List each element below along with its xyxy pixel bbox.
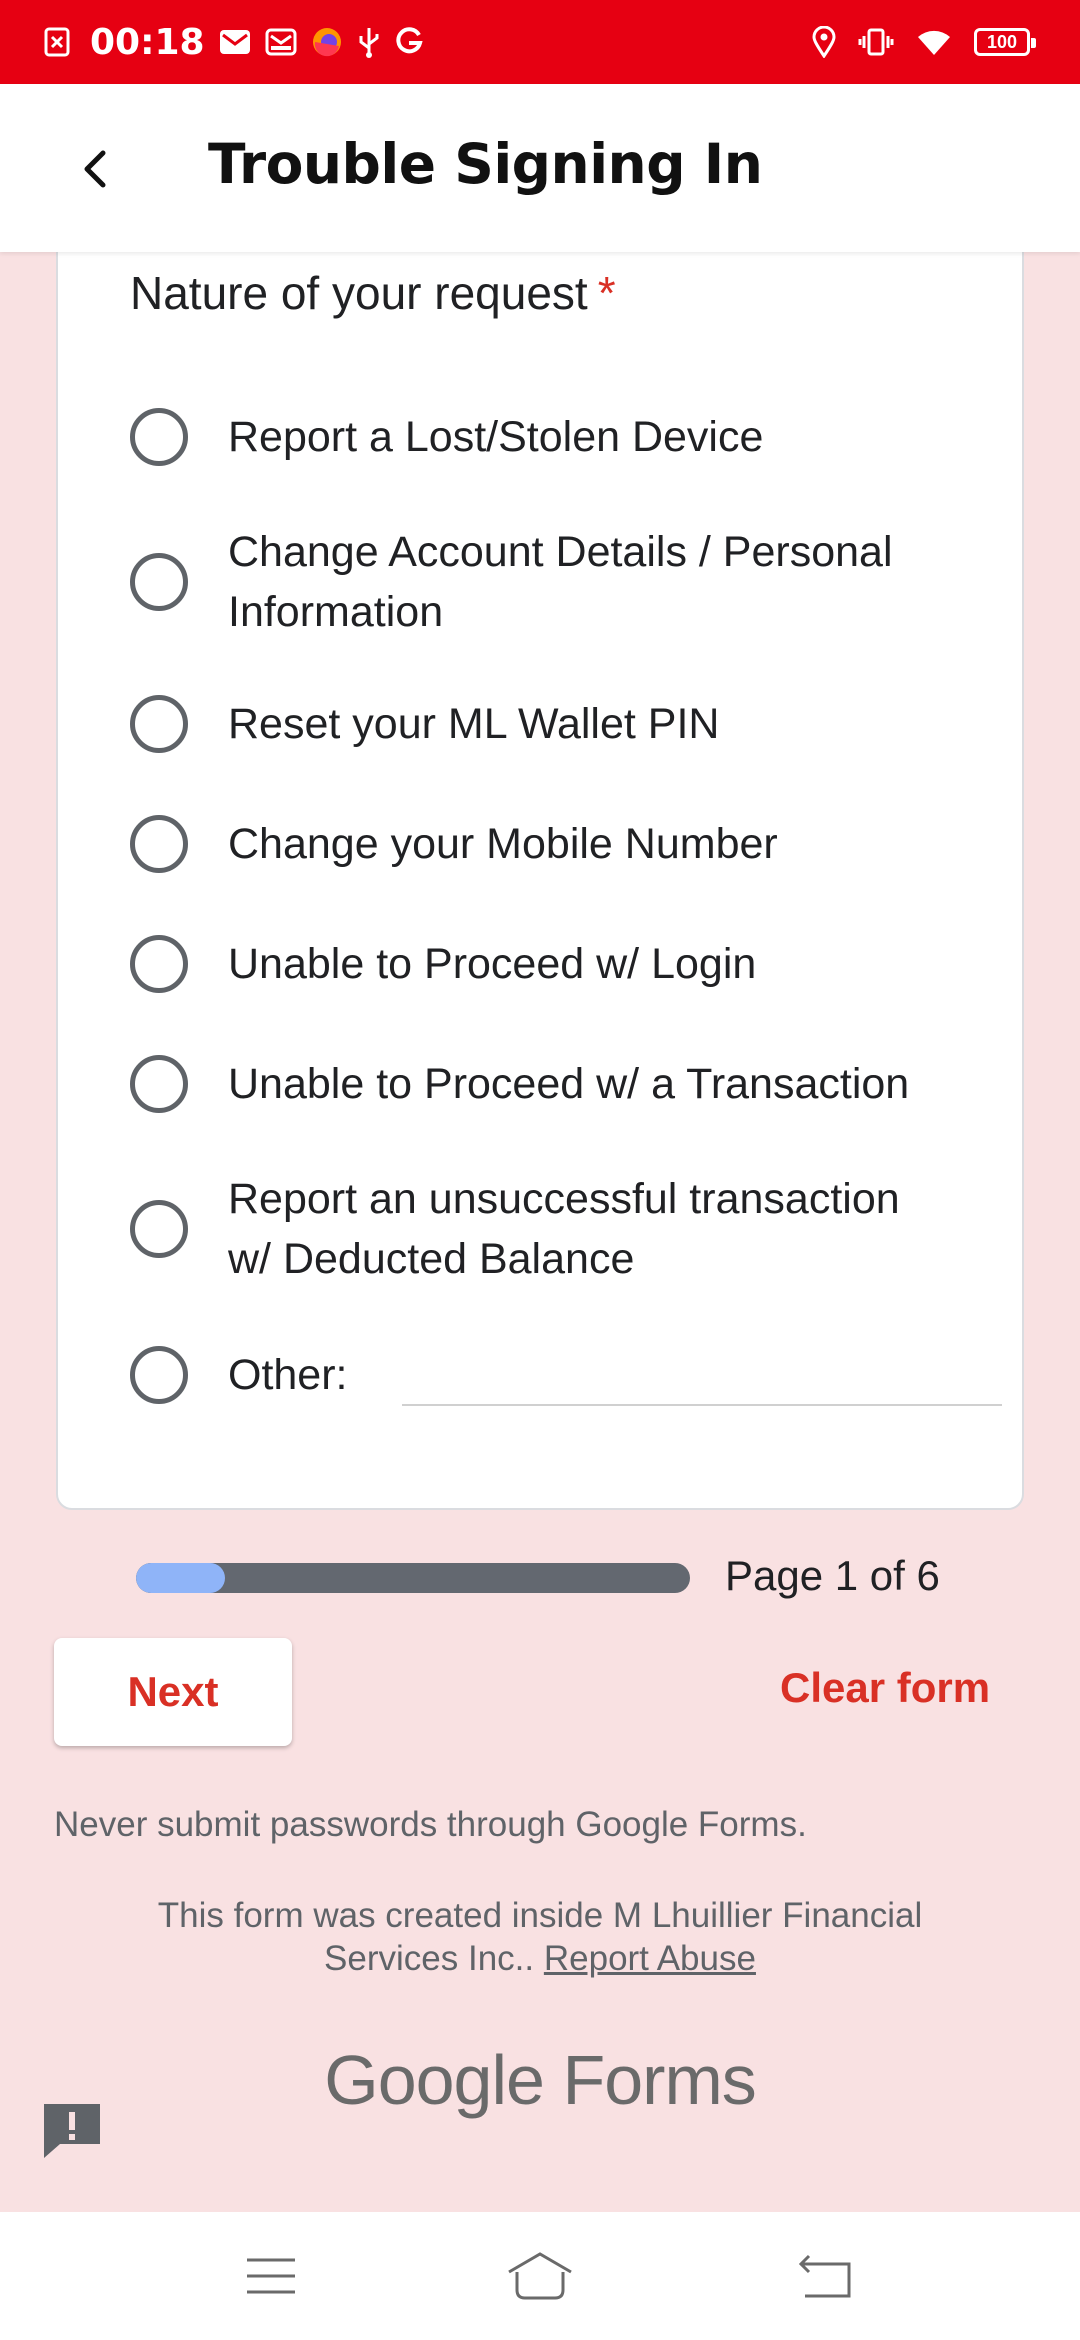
- radio-option-label: Other:: [228, 1351, 348, 1399]
- radio-button[interactable]: [130, 815, 188, 873]
- password-warning: Never submit passwords through Google Fo…: [54, 1805, 807, 1844]
- next-button[interactable]: Next: [54, 1638, 292, 1746]
- location-icon: [812, 26, 836, 58]
- vibrate-icon: [858, 26, 894, 58]
- brand-google: Google: [324, 2041, 545, 2119]
- google-forms-logo: Google Forms: [0, 2040, 1080, 2120]
- menu-nav-button[interactable]: [236, 2246, 306, 2306]
- brand-forms: Forms: [562, 2041, 756, 2119]
- other-text-input[interactable]: [402, 1404, 1002, 1406]
- radio-button[interactable]: [130, 553, 188, 611]
- back-button[interactable]: [60, 134, 130, 204]
- radio-option-other[interactable]: Other:: [130, 1345, 348, 1405]
- report-abuse-link[interactable]: Report Abuse: [544, 1939, 756, 1978]
- radio-option[interactable]: Change your Mobile Number: [130, 814, 948, 874]
- clear-form-button[interactable]: Clear form: [780, 1664, 990, 1712]
- back-nav-button[interactable]: [790, 2246, 860, 2306]
- question-title: Nature of your request *: [130, 266, 616, 320]
- radio-option[interactable]: Report a Lost/Stolen Device: [130, 407, 948, 467]
- radio-button[interactable]: [130, 408, 188, 466]
- system-nav-bar: [0, 2212, 1080, 2340]
- feedback-icon[interactable]: [40, 2098, 104, 2162]
- google-icon: [395, 27, 423, 57]
- radio-button[interactable]: [130, 1346, 188, 1404]
- status-bar: 00:18 100: [0, 0, 1080, 84]
- form-creator-note: This form was created inside M Lhuillier…: [100, 1894, 980, 1980]
- radio-option-label: Report a Lost/Stolen Device: [228, 413, 764, 461]
- radio-option-label: Reset your ML Wallet PIN: [228, 700, 720, 748]
- home-icon: [508, 2252, 572, 2300]
- page-title: Trouble Signing In: [208, 132, 763, 196]
- mail-icon: [219, 27, 251, 57]
- question-card: Nature of your request * Report a Lost/St…: [56, 200, 1024, 1510]
- home-nav-button[interactable]: [505, 2246, 575, 2306]
- radio-button[interactable]: [130, 1200, 188, 1258]
- inbox-icon: [265, 27, 297, 57]
- radio-option-label: Change your Mobile Number: [228, 820, 778, 868]
- menu-icon: [247, 2258, 295, 2294]
- notification-x-icon: [44, 27, 70, 57]
- radio-button[interactable]: [130, 935, 188, 993]
- progress-bar: [136, 1563, 690, 1593]
- radio-button[interactable]: [130, 695, 188, 753]
- radio-option-label: Unable to Proceed w/ Login: [228, 940, 757, 988]
- progress-fill: [136, 1563, 225, 1593]
- battery-icon: 100: [974, 28, 1036, 56]
- radio-button[interactable]: [130, 1055, 188, 1113]
- back-nav-icon: [798, 2254, 851, 2298]
- wifi-icon: [916, 27, 952, 57]
- radio-option-label: Unable to Proceed w/ a Transaction: [228, 1060, 910, 1108]
- radio-option[interactable]: Report an unsuccessful transaction w/ De…: [130, 1169, 948, 1289]
- radio-option[interactable]: Reset your ML Wallet PIN: [130, 694, 948, 754]
- usb-icon: [357, 26, 381, 58]
- radio-option[interactable]: Change Account Details / Personal Inform…: [130, 522, 948, 642]
- firefox-icon: [311, 26, 343, 58]
- status-time: 00:18: [90, 21, 205, 63]
- app-bar: Trouble Signing In: [0, 84, 1080, 252]
- required-marker: *: [597, 267, 616, 319]
- radio-option[interactable]: Unable to Proceed w/ Login: [130, 934, 948, 994]
- back-arrow-icon: [84, 150, 106, 188]
- page-indicator: Page 1 of 6: [725, 1552, 940, 1599]
- radio-option-label: Report an unsuccessful transaction w/ De…: [228, 1175, 900, 1283]
- creator-text: This form was created inside M Lhuillier…: [157, 1896, 923, 1978]
- radio-option[interactable]: Unable to Proceed w/ a Transaction: [130, 1054, 948, 1114]
- radio-option-label: Change Account Details / Personal Inform…: [228, 528, 893, 636]
- question-text: Nature of your request: [130, 267, 588, 319]
